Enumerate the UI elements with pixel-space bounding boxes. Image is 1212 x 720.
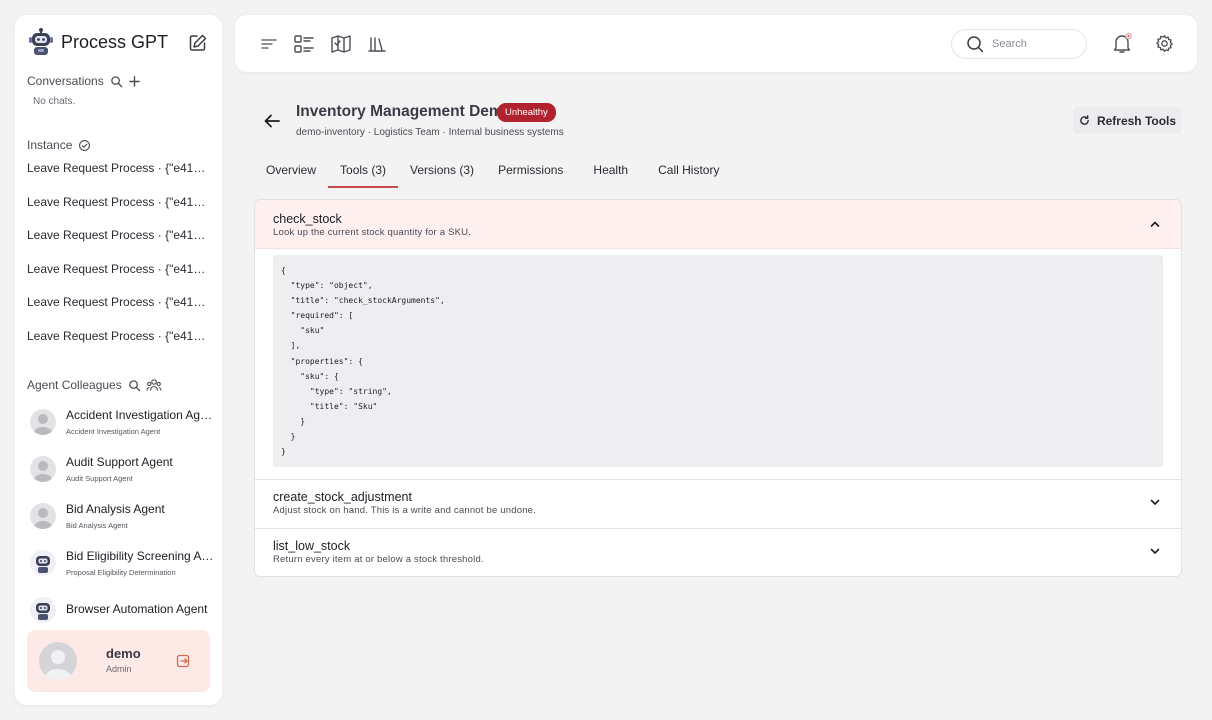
tools-panel: check_stock Look up the current stock qu… xyxy=(254,199,1182,577)
sidebar: Process GPT Conversations No chats. Inst… xyxy=(15,15,222,705)
person-avatar-icon xyxy=(30,409,56,435)
plus-icon[interactable] xyxy=(128,75,141,88)
tool-name: check_stock xyxy=(273,212,342,226)
tool-accordion-header[interactable]: check_stock Look up the current stock qu… xyxy=(255,200,1181,249)
agent-list: Accident Investigation Agent Accident In… xyxy=(27,403,219,638)
search-icon[interactable] xyxy=(128,379,141,392)
server-meta: demo-inventory · Logistics Team · Intern… xyxy=(296,127,564,138)
user-card[interactable]: demo Admin xyxy=(27,630,210,692)
agent-item[interactable]: Bid Eligibility Screening Agent Proposal… xyxy=(27,544,219,591)
tool-description: Return every item at or below a stock th… xyxy=(273,554,484,565)
chevron-down-icon xyxy=(1150,548,1160,554)
tab-versions[interactable]: Versions (3) xyxy=(398,155,486,188)
brand[interactable]: Process GPT xyxy=(27,27,207,57)
user-role: Admin xyxy=(106,664,132,674)
tool-name: list_low_stock xyxy=(273,539,351,553)
agent-name: Bid Analysis Agent xyxy=(66,502,165,516)
robot-avatar-icon xyxy=(30,550,56,576)
tool-name: create_stock_adjustment xyxy=(273,490,412,504)
user-name: demo xyxy=(106,646,141,661)
tool-accordion-header[interactable]: list_low_stock Return every item at or b… xyxy=(255,529,1181,576)
tab-permissions[interactable]: Permissions xyxy=(486,155,578,188)
search-box[interactable] xyxy=(951,29,1087,59)
tool-accordion-header[interactable]: create_stock_adjustment Adjust stock on … xyxy=(255,480,1181,529)
agent-subtitle: Accident Investigation Agent xyxy=(66,427,161,436)
refresh-tools-label: Refresh Tools xyxy=(1096,113,1177,128)
library-icon[interactable] xyxy=(366,33,388,55)
agent-name: Audit Support Agent xyxy=(66,455,173,469)
instance-label: Instance xyxy=(27,138,73,152)
instance-item[interactable]: Leave Request Process · {"e41a53... xyxy=(27,194,212,228)
topbar xyxy=(235,15,1197,72)
new-chat-edit-icon[interactable] xyxy=(188,33,208,53)
tab-bar: Overview Tools (3) Versions (3) Permissi… xyxy=(254,155,731,188)
tool-description: Look up the current stock quantity for a… xyxy=(273,227,472,238)
agent-item[interactable]: Audit Support Agent Audit Support Agent xyxy=(27,450,219,497)
check-circle-icon[interactable] xyxy=(78,139,91,152)
no-chats-text: No chats. xyxy=(33,96,76,107)
user-avatar xyxy=(39,642,77,680)
brand-title: Process GPT xyxy=(61,31,169,52)
gear-icon[interactable] xyxy=(1155,34,1174,53)
menu-lines-icon[interactable] xyxy=(258,33,280,55)
conversations-header: Conversations xyxy=(27,74,141,88)
agent-subtitle: Bid Analysis Agent xyxy=(66,521,128,530)
chevron-up-icon xyxy=(1150,221,1160,227)
person-avatar-icon xyxy=(30,503,56,529)
conversations-label: Conversations xyxy=(27,74,104,88)
instance-item[interactable]: Leave Request Process · {"e41a53... xyxy=(27,160,212,194)
instance-header: Instance xyxy=(27,138,91,152)
status-badge: Unhealthy xyxy=(497,103,556,122)
instance-item[interactable]: Leave Request Process · {"e41a53... xyxy=(27,328,212,362)
agent-name: Browser Automation Agent xyxy=(66,602,208,616)
instance-item[interactable]: Leave Request Process · {"e41a53... xyxy=(27,261,212,295)
refresh-tools-button[interactable]: Refresh Tools xyxy=(1073,107,1182,134)
page-title: Inventory Management Demo xyxy=(296,103,513,120)
search-input[interactable] xyxy=(992,38,1072,50)
robot-avatar-icon xyxy=(30,597,56,623)
tool-description: Adjust stock on hand. This is a write an… xyxy=(273,505,537,516)
back-arrow-icon[interactable] xyxy=(263,112,281,130)
instance-list: Leave Request Process · {"e41a53... Leav… xyxy=(27,160,212,361)
agent-item[interactable]: Bid Analysis Agent Bid Analysis Agent xyxy=(27,497,219,544)
tool-schema-panel: { "type": "object", "title": "check_stoc… xyxy=(255,249,1181,480)
agent-colleagues-label: Agent Colleagues xyxy=(27,378,122,392)
tab-overview[interactable]: Overview xyxy=(254,155,328,188)
tab-call-history[interactable]: Call History xyxy=(643,155,731,188)
search-icon[interactable] xyxy=(110,75,123,88)
tab-tools[interactable]: Tools (3) xyxy=(328,155,399,188)
instance-item[interactable]: Leave Request Process · {"e41a53... xyxy=(27,227,212,261)
agent-colleagues-header: Agent Colleagues xyxy=(27,378,162,392)
agent-item[interactable]: Accident Investigation Agent Accident In… xyxy=(27,403,219,450)
instance-item[interactable]: Leave Request Process · {"e41a53... xyxy=(27,294,212,328)
agent-subtitle: Proposal Eligibility Determination xyxy=(66,568,176,577)
person-avatar-icon xyxy=(30,456,56,482)
refresh-icon xyxy=(1080,115,1089,125)
logout-icon[interactable] xyxy=(176,654,190,668)
map-icon[interactable] xyxy=(330,33,352,55)
chevron-down-icon xyxy=(1150,499,1160,505)
agent-name: Accident Investigation Agent xyxy=(66,408,216,422)
bell-icon[interactable] xyxy=(1111,32,1133,54)
agent-name: Bid Eligibility Screening Agent xyxy=(66,549,216,563)
todo-list-icon[interactable] xyxy=(293,33,315,55)
group-icon[interactable] xyxy=(146,378,162,392)
tool-schema-code: { "type": "object", "title": "check_stoc… xyxy=(273,255,1163,467)
search-icon xyxy=(967,36,984,53)
agent-subtitle: Audit Support Agent xyxy=(66,474,133,483)
tab-health[interactable]: Health xyxy=(578,155,643,188)
robot-logo-icon xyxy=(29,28,53,55)
